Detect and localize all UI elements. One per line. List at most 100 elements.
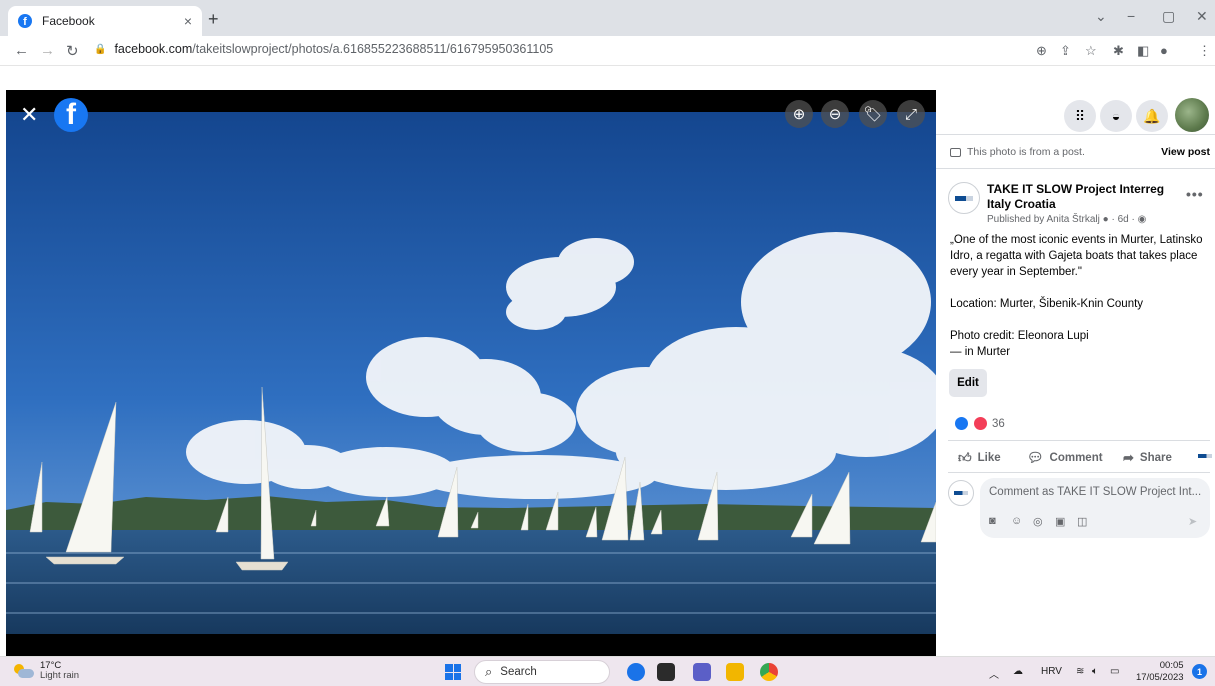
love-reaction-icon xyxy=(973,416,988,431)
comment-placeholder: Comment as TAKE IT SLOW Project Int... xyxy=(989,486,1202,498)
close-viewer-button[interactable]: ✕ xyxy=(20,102,38,128)
menu-grid-icon[interactable]: ⠿ xyxy=(1064,100,1096,132)
post-side-panel: ⠿ ◒ 🔔 This photo is from a post. View po… xyxy=(936,90,1215,656)
install-app-icon[interactable]: ⊕ xyxy=(1036,43,1047,59)
profile-icon[interactable]: ● xyxy=(1160,43,1168,58)
share-as-avatar-icon[interactable] xyxy=(1198,454,1212,458)
post-time[interactable]: 6d xyxy=(1118,214,1129,225)
new-tab-button[interactable]: + xyxy=(208,9,219,30)
sailing-regatta-photo xyxy=(6,112,936,634)
emoji-icon[interactable]: ☺ xyxy=(1011,515,1022,527)
share-icon[interactable]: ⇪ xyxy=(1060,43,1071,59)
menu-icon[interactable]: ⋮ xyxy=(1198,43,1211,59)
reaction-count: 36 xyxy=(992,417,1005,430)
bing-app-icon[interactable] xyxy=(627,663,645,681)
share-arrow-icon: ➦ xyxy=(1123,450,1134,465)
clock-date: 17/05/2023 xyxy=(1136,672,1184,683)
fullscreen-icon[interactable]: ⤢ xyxy=(897,100,925,128)
post-place-line: — in Murter xyxy=(950,346,1011,358)
divider xyxy=(948,472,1210,473)
published-by[interactable]: Published by Anita Štrkalj xyxy=(987,214,1100,225)
avatar-sticker-icon[interactable]: ◙ xyxy=(989,515,996,527)
tab-search-icon[interactable]: ⌄ xyxy=(1095,8,1107,25)
page-avatar[interactable] xyxy=(948,182,980,214)
notification-badge[interactable]: 1 xyxy=(1192,664,1207,679)
messenger-icon[interactable]: ◒ xyxy=(1100,100,1132,132)
post-document-icon xyxy=(950,147,961,157)
post-actions: 👍︎ Like 💬︎ Comment ➦ Share xyxy=(936,445,1215,471)
bookmark-star-icon[interactable]: ☆ xyxy=(1085,43,1097,59)
windows-taskbar: 17°C Light rain ⌕ Search ︿ ☁ HRV ≋ 🔈︎ ▭ … xyxy=(0,656,1215,686)
clock[interactable]: 00:05 17/05/2023 xyxy=(1136,660,1184,684)
tag-icon[interactable]: 🏷 xyxy=(859,100,887,128)
taskbar-search[interactable]: ⌕ Search xyxy=(474,660,610,684)
gif-icon[interactable]: ▣ xyxy=(1055,515,1065,528)
comment-input[interactable]: Comment as TAKE IT SLOW Project Int... ◙… xyxy=(980,478,1210,538)
zoom-in-icon[interactable]: ⊕ xyxy=(785,100,813,128)
post-text: „One of the most iconic events in Murter… xyxy=(950,232,1206,360)
send-icon[interactable]: ➤ xyxy=(1188,515,1197,528)
more-options-icon[interactable]: ••• xyxy=(1186,186,1204,202)
sticker-icon[interactable]: ◫ xyxy=(1077,515,1087,528)
page-name[interactable]: TAKE IT SLOW Project Interreg Italy Croa… xyxy=(987,182,1187,212)
forward-button[interactable]: → xyxy=(40,42,55,59)
clock-time: 00:05 xyxy=(1159,660,1184,671)
notifications-icon[interactable]: 🔔 xyxy=(1136,100,1168,132)
account-avatar[interactable] xyxy=(1175,98,1209,132)
divider xyxy=(948,440,1210,441)
lock-icon: 🔒 xyxy=(94,43,107,55)
weather-description: Light rain xyxy=(40,670,80,681)
url-path: /takeitslowproject/photos/a.616855223688… xyxy=(192,42,554,56)
like-button[interactable]: 👍︎ Like xyxy=(958,450,1001,466)
globe-icon: · ◉ xyxy=(1131,214,1147,225)
side-panel-icon[interactable]: ◧ xyxy=(1137,43,1149,59)
task-view-icon[interactable] xyxy=(657,663,675,681)
thumbs-up-icon: 👍︎ xyxy=(958,450,972,465)
browser-toolbar: ← → ↻ 🔒 facebook.com /takeitslowproject/… xyxy=(0,36,1215,66)
tab-close-button[interactable]: × xyxy=(184,13,192,29)
minimize-button[interactable]: − xyxy=(1127,8,1135,24)
weather-widget[interactable]: 17°C Light rain xyxy=(12,661,79,681)
back-button[interactable]: ← xyxy=(14,42,29,59)
search-icon: ⌕ xyxy=(485,664,493,679)
cloud-sync-icon[interactable]: ☁ xyxy=(1013,666,1023,677)
camera-icon[interactable]: ◎ xyxy=(1033,515,1043,528)
reactions-summary[interactable]: 36 xyxy=(950,416,1005,431)
maximize-button[interactable]: ▢ xyxy=(1162,8,1175,25)
place-link[interactable]: Murter xyxy=(977,346,1010,358)
browser-tab[interactable]: f Facebook × xyxy=(8,6,202,36)
close-window-button[interactable]: ✕ xyxy=(1196,8,1208,25)
commenter-avatar xyxy=(948,480,974,506)
file-explorer-icon[interactable] xyxy=(726,663,744,681)
edit-button[interactable]: Edit xyxy=(949,369,987,397)
divider xyxy=(936,134,1215,135)
share-button[interactable]: ➦ Share xyxy=(1123,450,1172,466)
start-icon[interactable] xyxy=(445,664,461,680)
weather-icon xyxy=(12,663,34,679)
comment-bubble-icon: 💬︎ xyxy=(1027,450,1044,465)
address-bar[interactable]: 🔒 facebook.com /takeitslowproject/photos… xyxy=(94,42,553,56)
post-paragraph: „One of the most iconic events in Murter… xyxy=(950,234,1203,278)
reload-button[interactable]: ↻ xyxy=(66,42,79,60)
battery-icon[interactable]: ▭ xyxy=(1110,666,1119,677)
post-location: Location: Murter, Šibenik-Knin County xyxy=(950,298,1144,310)
extensions-icon[interactable]: ✱ xyxy=(1113,43,1124,59)
browser-tab-strip: f Facebook × + ⌄ − ▢ ✕ xyxy=(0,0,1215,36)
chrome-app-icon[interactable] xyxy=(760,663,778,681)
tab-title: Facebook xyxy=(42,14,95,28)
facebook-favicon-icon: f xyxy=(18,14,32,28)
show-hidden-icons[interactable]: ︿ xyxy=(989,666,999,681)
url-host: facebook.com xyxy=(114,42,193,56)
from-post-text: This photo is from a post. xyxy=(967,146,1085,158)
post-meta: Published by Anita Štrkalj ● · 6d · ◉ xyxy=(987,214,1146,225)
like-reaction-icon xyxy=(954,416,969,431)
view-post-link[interactable]: View post xyxy=(1161,146,1210,158)
wifi-icon[interactable]: ≋ xyxy=(1076,666,1084,677)
volume-icon[interactable]: 🔈︎ xyxy=(1092,666,1098,677)
divider xyxy=(936,168,1215,169)
zoom-out-icon[interactable]: ⊖ xyxy=(821,100,849,128)
facebook-logo-icon[interactable]: f xyxy=(54,98,88,132)
input-language[interactable]: HRV xyxy=(1041,666,1062,677)
comment-button[interactable]: 💬︎ Comment xyxy=(1027,450,1103,466)
teams-chat-icon[interactable] xyxy=(693,663,711,681)
